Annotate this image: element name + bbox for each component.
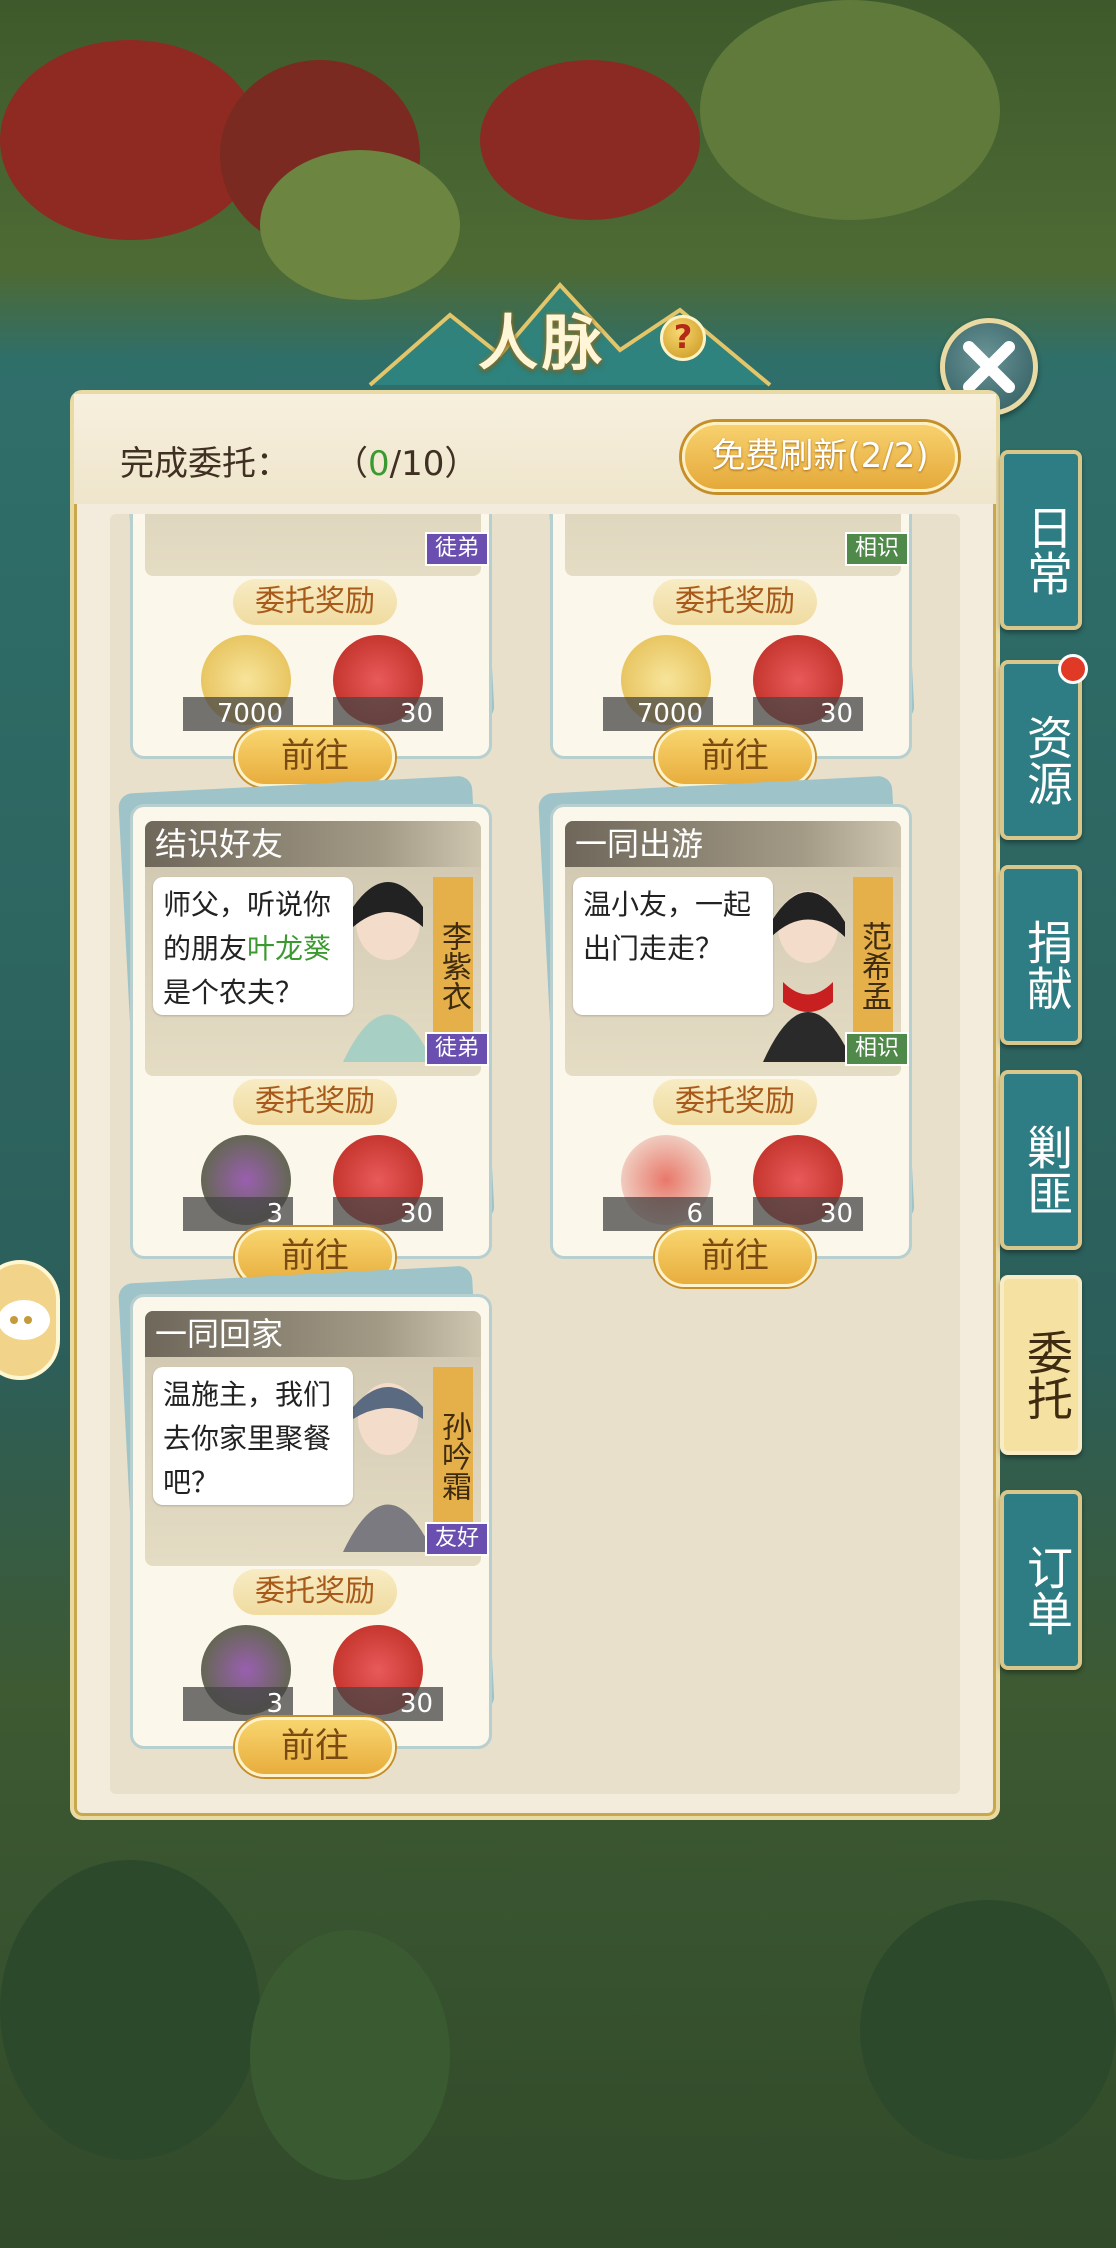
help-icon[interactable]: ?: [660, 315, 706, 361]
reward-label: 委托奖励: [233, 1079, 397, 1125]
dialog-bubble: 温施主，我们去你家里聚餐吧？: [153, 1367, 353, 1505]
relationship-tag: 徒弟: [425, 1032, 489, 1066]
relationship-tag: 友好: [425, 1522, 489, 1556]
reward-qty: 30: [753, 1197, 863, 1231]
reward-qty: 30: [753, 697, 863, 731]
reward-qty: 7000: [183, 697, 293, 731]
commission-card: 一同回家 温施主，我们去你家里聚餐吧？ 孙吟霜 友好 委托奖励 3 30 前往: [118, 1265, 495, 1777]
tab-resources[interactable]: 资源: [1000, 660, 1082, 840]
commission-card: 相识 委托奖励 7000 30 前往: [538, 514, 915, 787]
reward-qty: 3: [183, 1687, 293, 1721]
card-front: 一同出游 温小友，一起出门走走？ 范希孟 相识 委托奖励 6 30 前往: [550, 804, 912, 1287]
reward-label: 委托奖励: [653, 1079, 817, 1125]
completed-commissions-label: 完成委托：: [120, 444, 290, 484]
dialog-bubble: 师父，听说你的朋友叶龙葵是个农夫？: [153, 877, 353, 1015]
commission-card: 结识好友 师父，听说你的朋友叶龙葵是个农夫？ 李紫衣 徒弟 委托奖励 3 30 …: [118, 775, 495, 1287]
panel-title-banner: 人脉 ?: [360, 255, 780, 395]
reward-label: 委托奖励: [233, 1569, 397, 1615]
npc-name: 孙吟霜: [433, 1367, 473, 1527]
relationship-tag: 相识: [845, 532, 909, 566]
page-title: 人脉: [478, 309, 606, 379]
commission-list[interactable]: 徒弟 委托奖励 7000 30 前往 相识 委托奖励 7000 30 前往 结识…: [110, 514, 960, 1794]
chat-icon: [0, 1300, 50, 1340]
completed-commissions-count: （0/10）: [334, 444, 479, 484]
commission-title: 结识好友: [145, 821, 481, 867]
tab-commission[interactable]: 委托: [1000, 1275, 1082, 1455]
chat-bubble-button[interactable]: [0, 1260, 60, 1380]
relationship-tag: 相识: [845, 1032, 909, 1066]
reward-qty: 30: [333, 1197, 443, 1231]
dialog-bubble: 温小友，一起出门走走？: [573, 877, 773, 1015]
reward-label: 委托奖励: [653, 579, 817, 625]
panel-header: 完成委托： （0/10） 免费刷新(2/2): [74, 394, 996, 504]
tab-bandits[interactable]: 剿匪: [1000, 1070, 1082, 1250]
commission-title: 一同出游: [565, 821, 901, 867]
card-front: 一同回家 温施主，我们去你家里聚餐吧？ 孙吟霜 友好 委托奖励 3 30 前往: [130, 1294, 492, 1777]
contacts-panel: 完成委托： （0/10） 免费刷新(2/2) 徒弟 委托奖励 7000 30 前…: [70, 390, 1000, 1820]
go-button[interactable]: 前往: [235, 727, 395, 787]
commission-card: 徒弟 委托奖励 7000 30 前往: [118, 514, 495, 787]
tab-orders[interactable]: 订单: [1000, 1490, 1082, 1670]
reward-qty: 30: [333, 1687, 443, 1721]
commission-card: 一同出游 温小友，一起出门走走？ 范希孟 相识 委托奖励 6 30 前往: [538, 775, 915, 1287]
go-button[interactable]: 前往: [655, 727, 815, 787]
card-front: 徒弟 委托奖励 7000 30 前往: [130, 514, 492, 787]
reward-qty: 7000: [603, 697, 713, 731]
reward-qty: 3: [183, 1197, 293, 1231]
go-button[interactable]: 前往: [235, 1717, 395, 1777]
commission-title: 一同回家: [145, 1311, 481, 1357]
tab-daily[interactable]: 日常: [1000, 450, 1082, 630]
card-front: 相识 委托奖励 7000 30 前往: [550, 514, 912, 787]
tab-donate[interactable]: 捐献: [1000, 865, 1082, 1045]
reward-qty: 30: [333, 697, 443, 731]
go-button[interactable]: 前往: [655, 1227, 815, 1287]
reward-qty: 6: [603, 1197, 713, 1231]
reward-label: 委托奖励: [233, 579, 397, 625]
card-front: 结识好友 师父，听说你的朋友叶龙葵是个农夫？ 李紫衣 徒弟 委托奖励 3 30 …: [130, 804, 492, 1287]
notification-badge: [1058, 654, 1088, 684]
free-refresh-button[interactable]: 免费刷新(2/2): [682, 422, 958, 492]
npc-name: 范希孟: [853, 877, 893, 1037]
relationship-tag: 徒弟: [425, 532, 489, 566]
npc-name: 李紫衣: [433, 877, 473, 1037]
